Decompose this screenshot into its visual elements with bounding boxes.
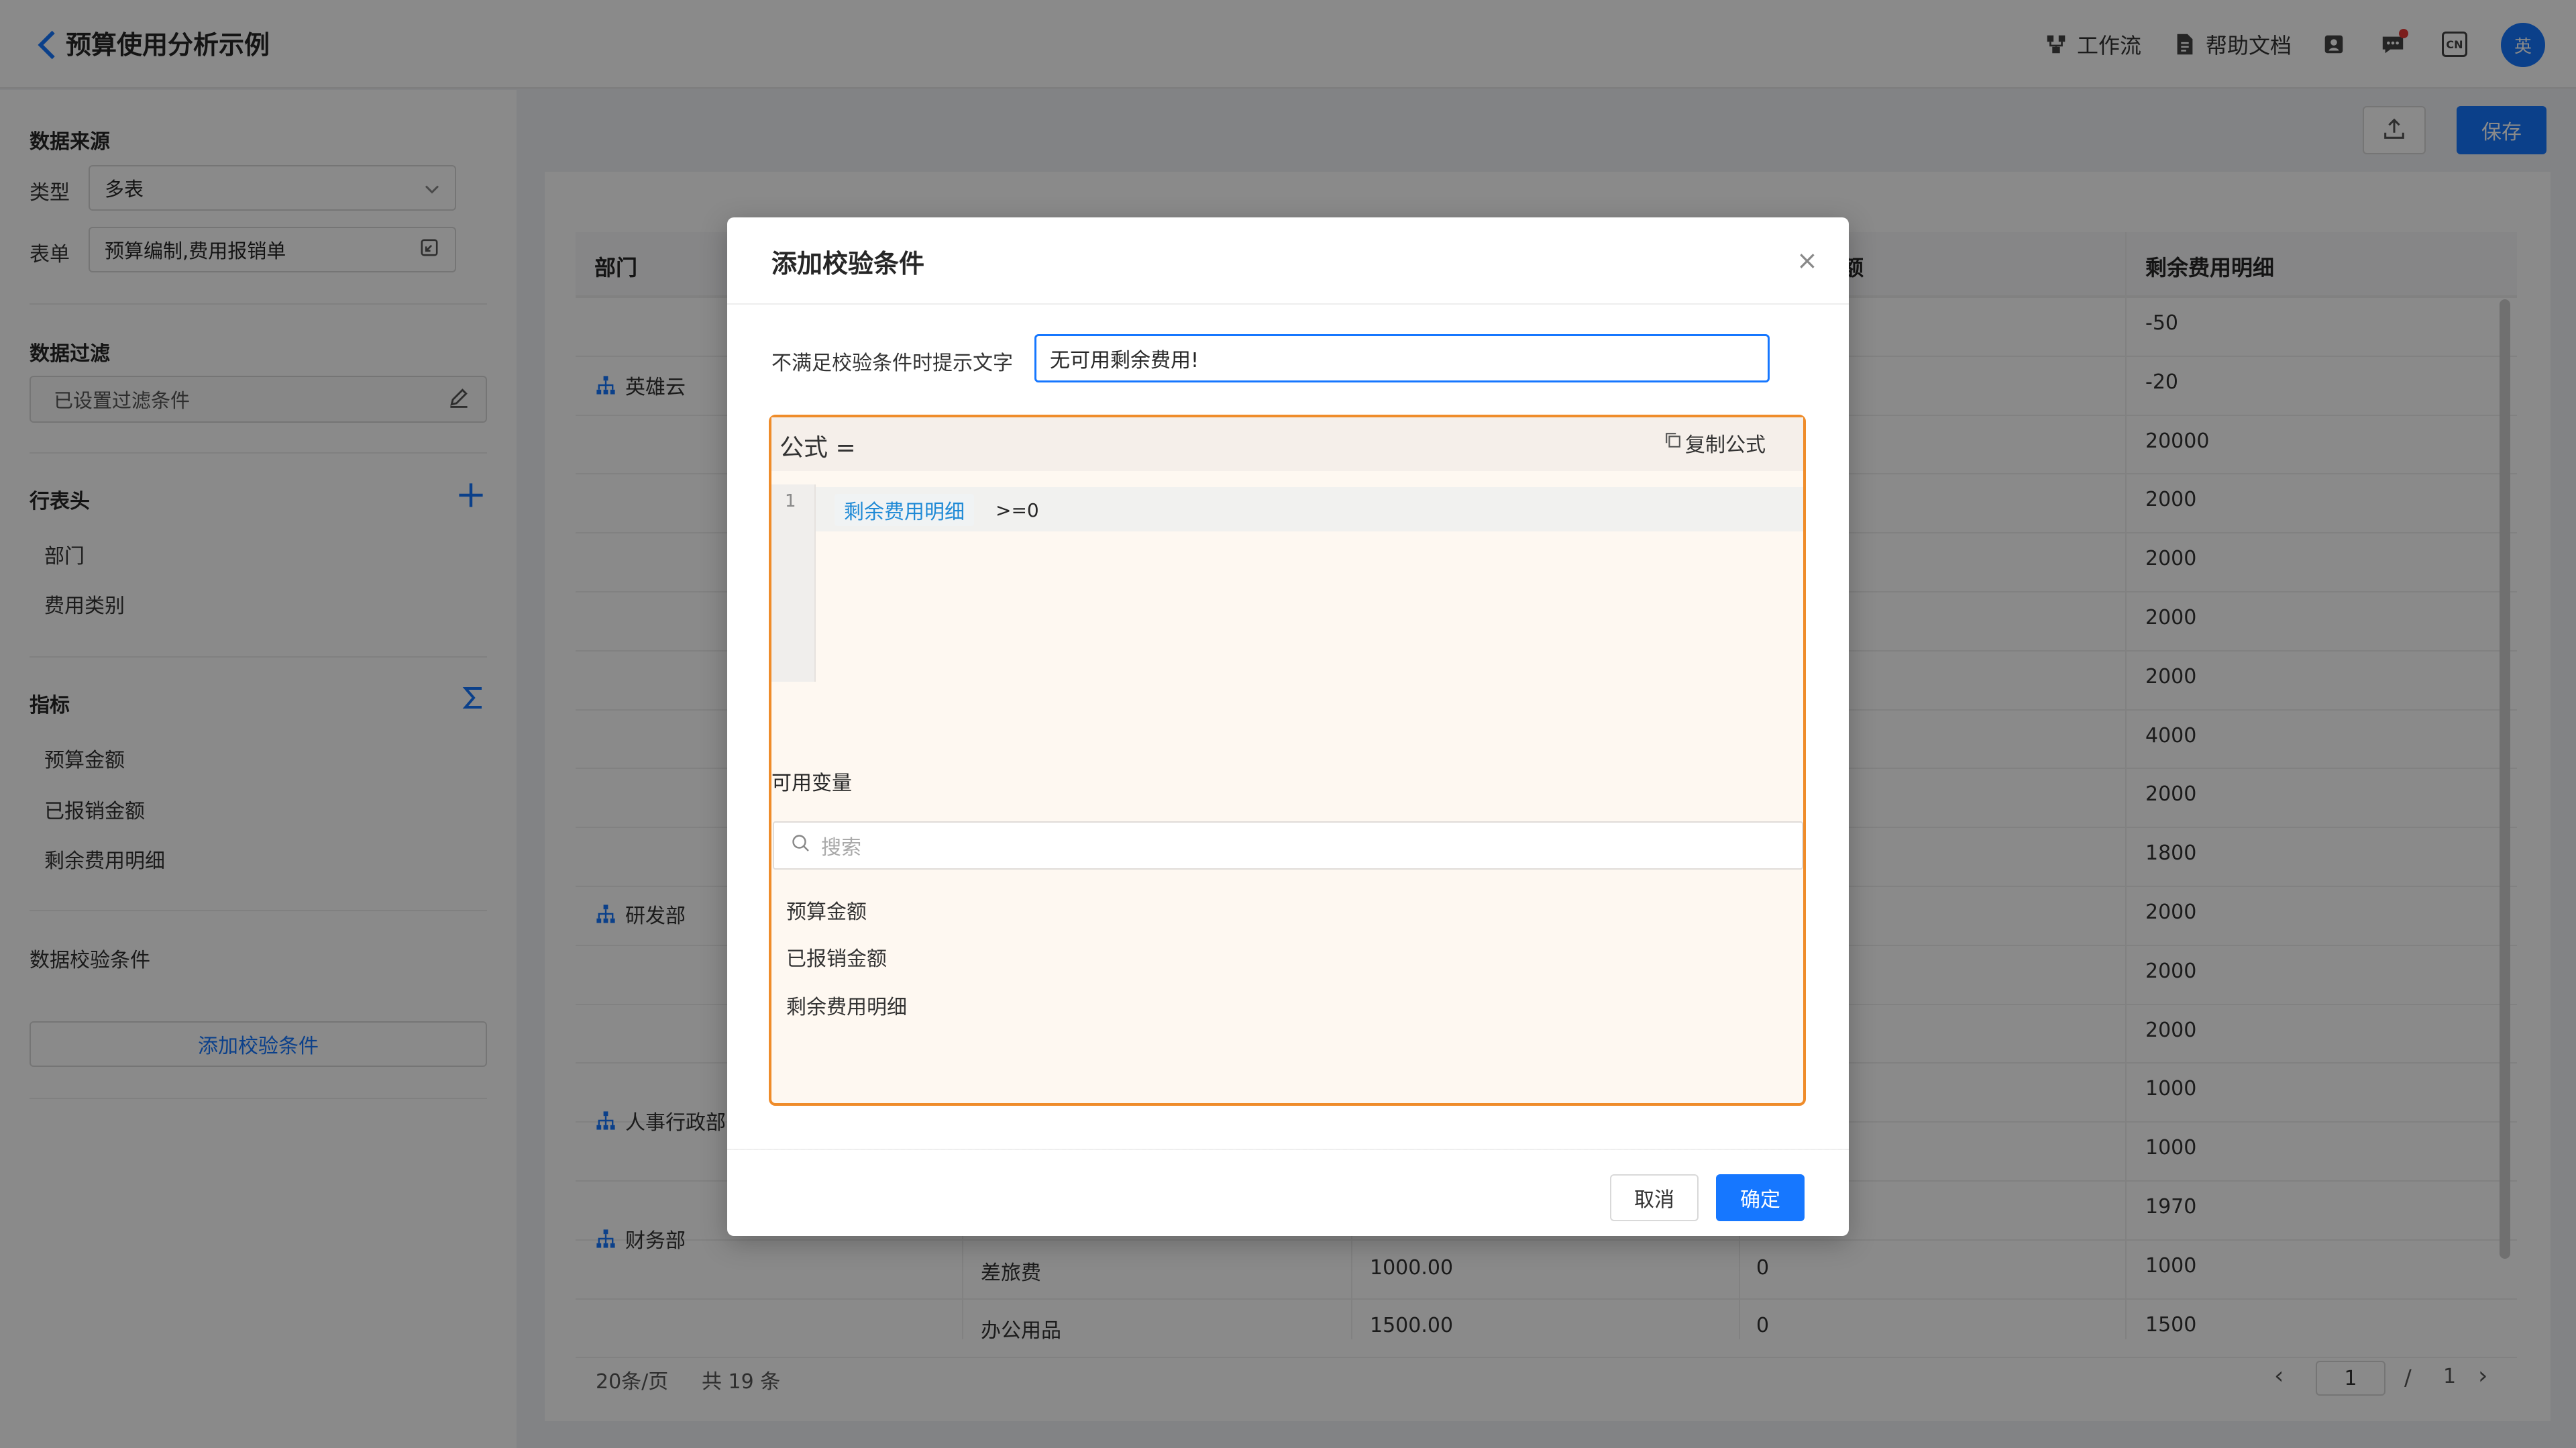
formula-label: 公式 = — [780, 434, 856, 462]
modal-title: 添加校验条件 — [771, 249, 925, 278]
copy-icon — [1664, 431, 1682, 455]
variable-search-input[interactable]: 搜索 — [773, 821, 1803, 870]
variable-item[interactable]: 已报销金额 — [786, 942, 887, 972]
divider — [727, 1149, 1849, 1150]
cancel-button[interactable]: 取消 — [1610, 1174, 1699, 1221]
available-variables-title: 可用变量 — [771, 772, 852, 795]
prompt-text-input[interactable]: 无可用剩余费用! — [1034, 334, 1770, 382]
divider — [727, 303, 1849, 305]
search-placeholder: 搜索 — [821, 836, 861, 860]
copy-formula-label: 复制公式 — [1685, 433, 1766, 457]
variable-item[interactable]: 预算金额 — [786, 895, 867, 925]
confirm-button[interactable]: 确定 — [1716, 1174, 1805, 1221]
formula-operator: >=0 — [996, 499, 1039, 521]
line-number: 1 — [785, 491, 796, 511]
prompt-text-label: 不满足校验条件时提示文字 — [771, 352, 1013, 375]
variable-item[interactable]: 剩余费用明细 — [786, 990, 907, 1020]
formula-header — [771, 417, 1803, 471]
line-number-gutter — [771, 484, 816, 682]
copy-formula-button[interactable]: 复制公式 — [1664, 428, 1766, 458]
close-icon[interactable]: × — [1796, 246, 1818, 275]
search-icon — [790, 833, 810, 858]
formula-variable-token[interactable]: 剩余费用明细 — [835, 494, 974, 526]
